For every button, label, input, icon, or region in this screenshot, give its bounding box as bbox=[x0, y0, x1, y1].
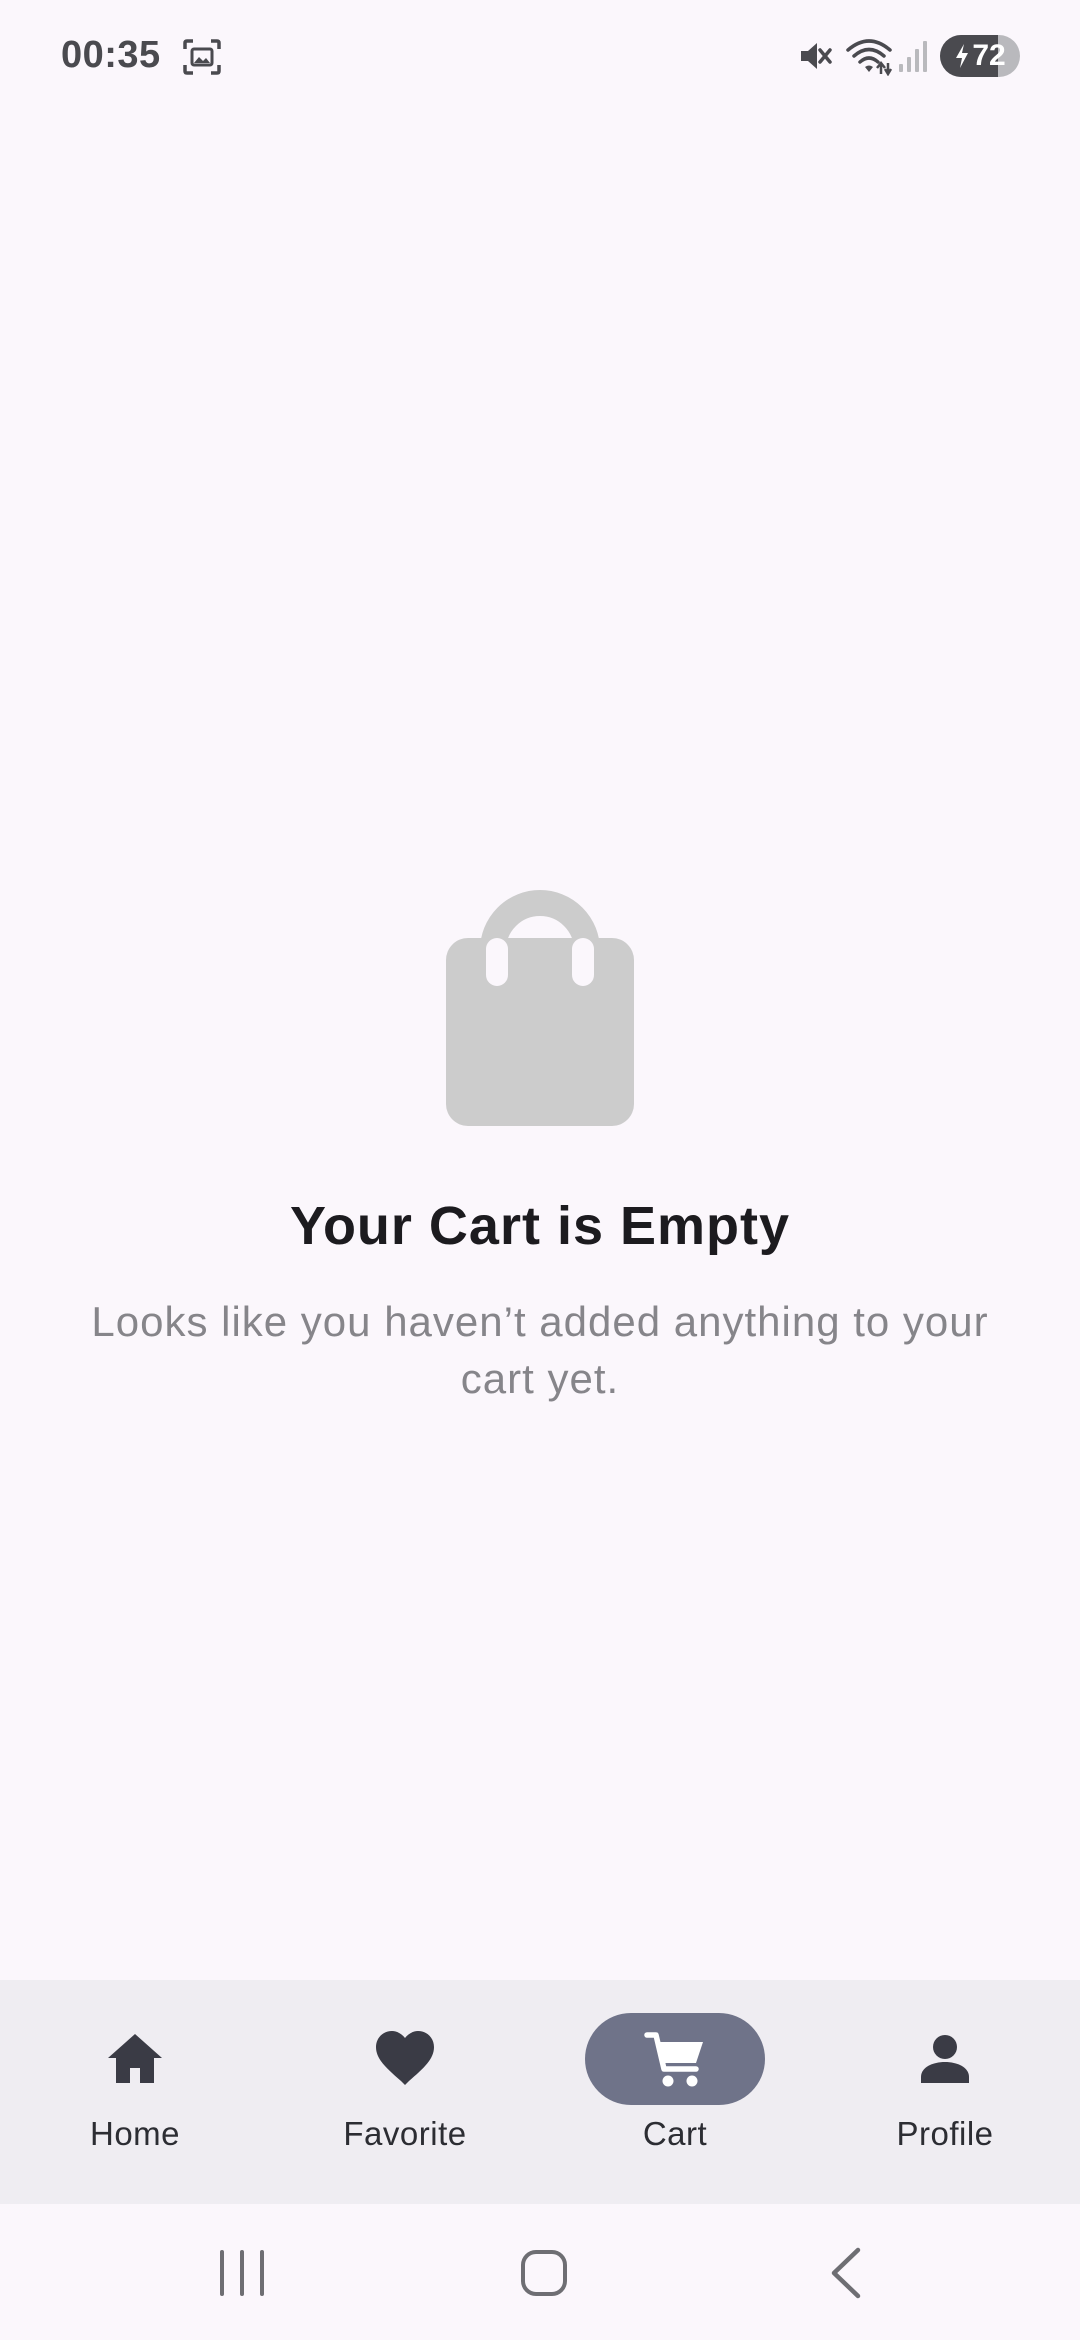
home-icon bbox=[108, 2034, 162, 2083]
nav-item-favorite[interactable]: Favorite bbox=[270, 1980, 540, 2204]
empty-cart-subtitle: Looks like you haven’t added anything to… bbox=[91, 1298, 989, 1402]
empty-cart-state: Your Cart is Empty Looks like you haven’… bbox=[0, 880, 1080, 1407]
nav-item-profile[interactable]: Profile bbox=[810, 1980, 1080, 2204]
nav-label-cart: Cart bbox=[642, 2115, 708, 2152]
battery-level: 72 bbox=[972, 39, 1006, 72]
system-navigation-bar bbox=[0, 2204, 1080, 2340]
back-icon[interactable] bbox=[812, 2238, 882, 2308]
heart-icon bbox=[376, 2031, 434, 2085]
person-icon bbox=[921, 2035, 969, 2083]
screenshot-icon bbox=[183, 39, 221, 75]
nav-item-home[interactable]: Home bbox=[0, 1980, 270, 2204]
shopping-bag-icon bbox=[446, 890, 634, 1126]
signal-icon bbox=[899, 41, 927, 72]
wifi-icon bbox=[846, 39, 893, 76]
home-button-icon[interactable] bbox=[509, 2238, 579, 2308]
nav-label-favorite: Favorite bbox=[343, 2115, 467, 2152]
status-bar: 00:35 72 bbox=[0, 0, 1080, 115]
battery-charging-icon bbox=[956, 44, 969, 68]
nav-item-cart[interactable]: Cart bbox=[540, 1980, 810, 2204]
cart-icon bbox=[644, 2032, 703, 2087]
battery-indicator: 72 bbox=[940, 35, 1020, 77]
nav-label-home: Home bbox=[89, 2115, 181, 2152]
status-time: 00:35 bbox=[61, 34, 161, 76]
recent-apps-icon[interactable] bbox=[207, 2238, 277, 2308]
nav-label-profile: Profile bbox=[896, 2115, 994, 2152]
bottom-navigation-bar: Home Favorite Cart Profile bbox=[0, 1980, 1080, 2204]
empty-cart-title: Your Cart is Empty bbox=[289, 1196, 791, 1256]
mute-icon bbox=[801, 43, 832, 69]
